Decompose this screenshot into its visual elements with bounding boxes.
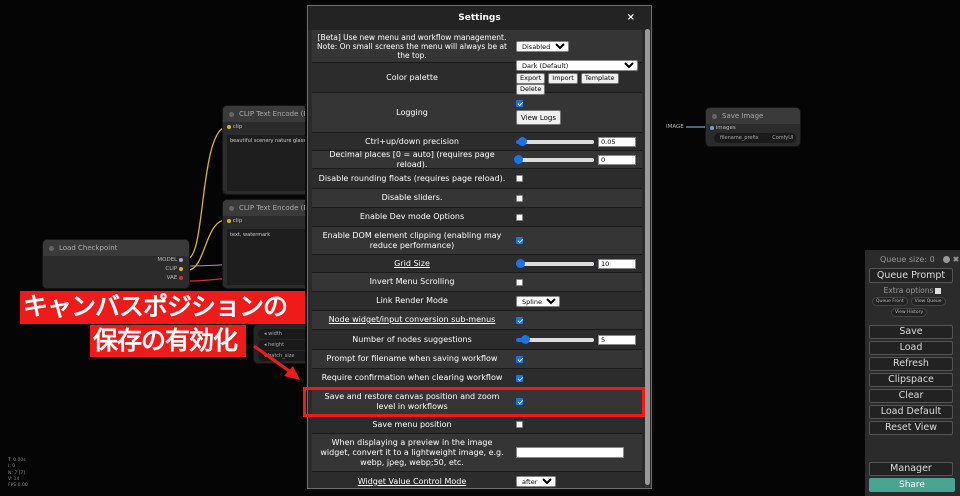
clip-output-port[interactable]: CLIP <box>165 266 183 272</box>
invert-scroll-checkbox[interactable] <box>516 278 523 286</box>
setting-row-prompt-filename: Prompt for filename when saving workflow <box>312 350 642 369</box>
vae-output-port[interactable]: VAE <box>167 275 183 281</box>
queue-menu: Queue size: 0 ✖ Queue Prompt Extra optio… <box>865 250 960 496</box>
scrollbar-thumb[interactable] <box>645 29 650 485</box>
setting-row-node-suggestions: Number of nodes suggestions 5 <box>312 330 642 350</box>
setting-row-link-render: Link Render Mode Spline <box>312 292 642 311</box>
setting-row-preview-convert: When displaying a preview in the image w… <box>312 434 642 472</box>
annotation-line-1: キャンバスポジションの <box>20 291 314 324</box>
view-history-button[interactable]: View History <box>891 308 928 317</box>
setting-row-disable-rounding: Disable rounding floats (requires page r… <box>312 169 642 189</box>
clip-input-port[interactable]: clip <box>227 124 242 130</box>
settings-scrollbar[interactable] <box>645 29 650 487</box>
view-logs-button[interactable]: View Logs <box>516 110 561 125</box>
setting-row-dom-clipping: Enable DOM element clipping (enabling ma… <box>312 227 642 255</box>
close-icon[interactable]: × <box>627 6 635 30</box>
load-checkpoint-node[interactable]: Load Checkpoint MODEL CLIP VAE <box>43 240 189 288</box>
refresh-button[interactable]: Refresh <box>869 357 953 371</box>
setting-row-logging: Logging View Logs <box>312 93 642 133</box>
widget-control-select[interactable]: after <box>516 476 556 487</box>
extra-options-checkbox[interactable] <box>935 288 942 294</box>
dev-mode-checkbox[interactable] <box>516 213 523 221</box>
queue-size-label: Queue size: 0 <box>880 254 935 264</box>
decimal-places-slider[interactable] <box>514 154 594 164</box>
load-default-button[interactable]: Load Default <box>869 405 953 419</box>
setting-row-invert-scroll: Invert Menu Scrolling <box>312 273 642 292</box>
setting-row-beta-menu: [Beta] Use new menu and workflow managem… <box>312 30 642 63</box>
clipspace-button[interactable]: Clipspace <box>869 373 953 387</box>
setting-row-grid-size: Grid Size 10 <box>312 255 642 273</box>
node-suggestions-input[interactable]: 5 <box>598 334 636 345</box>
settings-gear-icon[interactable] <box>942 255 950 263</box>
setting-row-widget-control: Widget Value Control Mode after <box>312 472 642 488</box>
clip-input-port[interactable]: clip <box>227 218 242 224</box>
clear-button[interactable]: Clear <box>869 389 953 403</box>
filename-prefix-widget[interactable]: filename_prefix ComfyUI <box>714 133 796 143</box>
node-dot-icon <box>712 113 717 119</box>
grid-size-slider[interactable] <box>516 258 594 268</box>
preview-format-input[interactable] <box>516 447 624 458</box>
decimal-places-input[interactable]: 0 <box>598 154 636 165</box>
confirm-clear-checkbox[interactable] <box>516 374 523 382</box>
annotation-arrow-icon <box>253 344 300 380</box>
widget-conversion-checkbox[interactable] <box>516 316 523 324</box>
clip-text-encode-node[interactable]: CLIP Text Encode (Prom clip beautiful sc… <box>223 106 313 194</box>
view-queue-button[interactable]: View Queue <box>910 297 946 306</box>
grid-size-input[interactable]: 10 <box>598 258 636 269</box>
settings-title: Settings × <box>308 6 651 30</box>
export-palette-button[interactable]: Export <box>516 73 546 84</box>
setting-row-save-menu: Save menu position <box>312 416 642 434</box>
share-button[interactable]: Share <box>869 478 955 492</box>
link-render-select[interactable]: Spline <box>516 295 560 307</box>
disable-rounding-checkbox[interactable] <box>516 175 523 182</box>
setting-row-ctrl-precision: Ctrl+up/down precision 0.05 <box>312 133 642 151</box>
ctrl-precision-input[interactable]: 0.05 <box>598 136 636 147</box>
render-stats: T: 0.00s I: 0 N: 7 [7] V: 14 FPS:0.00 <box>8 458 28 489</box>
negative-prompt-textbox[interactable]: text, watermark <box>227 229 310 285</box>
width-widget[interactable]: ◂ width <box>258 329 310 339</box>
manager-button[interactable]: Manager <box>869 462 953 476</box>
images-input-port[interactable]: images <box>710 125 736 131</box>
highlight-box <box>303 387 645 417</box>
load-button[interactable]: Load <box>869 341 953 355</box>
setting-row-widget-conversion: Node widget/input conversion sub-menus <box>312 311 642 330</box>
template-palette-button[interactable]: Template <box>580 73 619 84</box>
clip-text-encode-node[interactable]: CLIP Text Encode (Prom clip text, waterm… <box>223 200 313 288</box>
ctrl-precision-slider[interactable] <box>516 136 594 146</box>
close-menu-icon[interactable]: ✖ <box>953 255 960 263</box>
queue-prompt-button[interactable]: Queue Prompt <box>869 268 953 283</box>
save-button[interactable]: Save <box>869 325 953 339</box>
model-output-port[interactable]: MODEL <box>157 257 183 263</box>
queue-front-button[interactable]: Queue Front <box>872 297 908 306</box>
node-suggestions-slider[interactable] <box>516 334 594 344</box>
prompt-filename-checkbox[interactable] <box>516 355 523 363</box>
save-menu-checkbox[interactable] <box>516 421 523 428</box>
reset-view-button[interactable]: Reset View <box>869 421 953 435</box>
setting-row-color-palette: Color palette Dark (Default) Export Impo… <box>312 60 642 95</box>
image-link-label: IMAGE <box>666 124 684 130</box>
node-dot-icon <box>229 111 234 117</box>
setting-row-disable-sliders: Disable sliders. <box>312 189 642 208</box>
annotation-line-2: 保存の有効化 <box>90 325 246 357</box>
settings-list: [Beta] Use new menu and workflow managem… <box>312 30 642 488</box>
save-image-node[interactable]: Save Image images filename_prefix ComfyU… <box>706 108 800 146</box>
node-dot-icon <box>49 245 54 251</box>
setting-row-decimal-places: Decimal places [0 = auto] (requires page… <box>312 150 642 169</box>
prompt-textbox[interactable]: beautiful scenery nature glass bottl <box>227 135 310 191</box>
dom-clipping-checkbox[interactable] <box>516 237 523 244</box>
extra-options-toggle[interactable]: Extra options <box>865 286 960 295</box>
beta-menu-select[interactable]: Disabled <box>516 40 569 52</box>
node-dot-icon <box>229 205 234 211</box>
logging-checkbox[interactable] <box>516 100 523 107</box>
setting-row-confirm-clear: Require confirmation when clearing workf… <box>312 369 642 388</box>
disable-sliders-checkbox[interactable] <box>516 194 523 202</box>
color-palette-select[interactable]: Dark (Default) <box>516 60 638 71</box>
setting-row-dev-mode: Enable Dev mode Options <box>312 208 642 227</box>
import-palette-button[interactable]: Import <box>548 73 578 84</box>
